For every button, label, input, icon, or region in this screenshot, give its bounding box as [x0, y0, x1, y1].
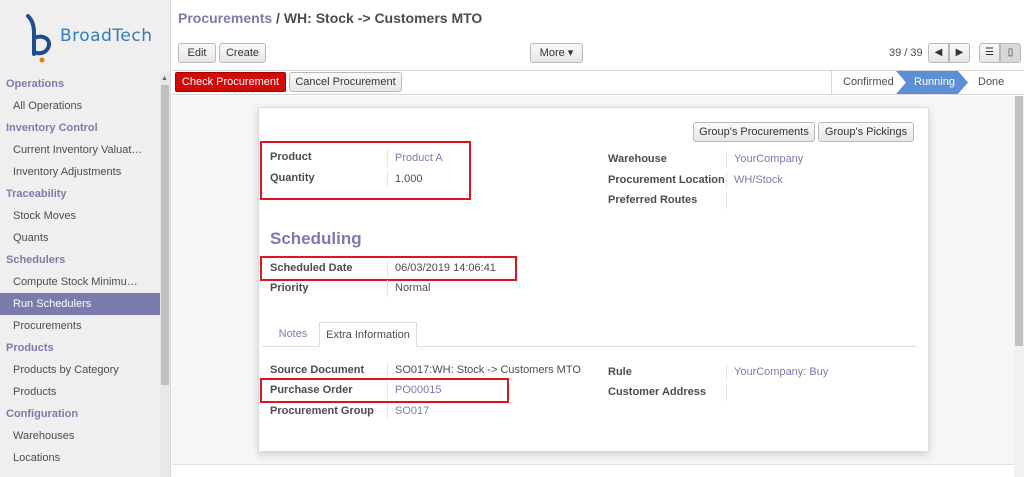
section-inventory-control[interactable]: Inventory Control — [0, 117, 160, 139]
logo-text: BroadTech — [60, 26, 153, 46]
preferred-routes-label: Preferred Routes — [608, 194, 698, 206]
highlight-box-purchase-order — [260, 378, 509, 403]
group-procurements-button[interactable]: Group's Procurements — [693, 122, 815, 142]
sidebar-item-inventory-adjustments[interactable]: Inventory Adjustments — [0, 161, 160, 183]
more-dropdown[interactable]: More ▾ — [530, 43, 583, 63]
group-pickings-button[interactable]: Group's Pickings — [818, 122, 914, 142]
sidebar-scrollbar[interactable]: ▲ — [160, 73, 170, 477]
sidebar: BroadTech Operations All Operations Inve… — [0, 0, 171, 477]
tab-extra-information[interactable]: Extra Information — [319, 322, 417, 347]
rule-label: Rule — [608, 366, 632, 378]
section-operations[interactable]: Operations — [0, 73, 160, 95]
scroll-up-icon[interactable]: ▲ — [161, 75, 168, 82]
breadcrumb-parent[interactable]: Procurements — [178, 10, 272, 26]
sidebar-item-products-by-category[interactable]: Products by Category — [0, 359, 160, 381]
source-document-field[interactable]: SO017:WH: Stock -> Customers MTO — [387, 362, 581, 379]
sidebar-item-compute-stock-minimum[interactable]: Compute Stock Minimu… — [0, 271, 160, 293]
source-document-label: Source Document — [270, 364, 365, 376]
form-view-button[interactable]: ▯ — [1000, 43, 1021, 63]
sidebar-item-run-schedulers[interactable]: Run Schedulers — [0, 293, 160, 315]
list-icon: ☰ — [985, 47, 994, 58]
sidebar-item-all-operations[interactable]: All Operations — [0, 95, 160, 117]
tab-notes[interactable]: Notes — [270, 322, 316, 347]
stage-done[interactable]: Done — [978, 71, 1004, 94]
stage-running[interactable]: Running — [914, 71, 955, 94]
warehouse-field[interactable]: YourCompany — [726, 151, 803, 168]
breadcrumb-current: WH: Stock -> Customers MTO — [283, 10, 483, 26]
edit-button[interactable]: Edit — [178, 43, 216, 63]
next-record-button[interactable]: ▶ — [949, 43, 970, 63]
section-configuration[interactable]: Configuration — [0, 403, 160, 425]
stage-divider — [831, 71, 832, 94]
sidebar-item-current-inventory-valuation[interactable]: Current Inventory Valuat… — [0, 139, 160, 161]
highlight-box-scheduled-date — [260, 256, 517, 281]
section-schedulers[interactable]: Schedulers — [0, 249, 160, 271]
procurement-group-field[interactable]: SO017 — [387, 403, 429, 420]
check-procurement-button[interactable]: Check Procurement — [175, 72, 286, 92]
warehouse-label: Warehouse — [608, 153, 667, 165]
sidebar-item-products[interactable]: Products — [0, 381, 160, 403]
sidebar-item-locations[interactable]: Locations — [0, 447, 160, 469]
list-view-button[interactable]: ☰ — [979, 43, 1000, 63]
form-icon: ▯ — [1007, 47, 1014, 58]
priority-field[interactable]: Normal — [387, 280, 430, 297]
breadcrumb-separator: / — [272, 10, 284, 26]
sidebar-item-warehouses[interactable]: Warehouses — [0, 425, 160, 447]
footer-divider — [172, 464, 1014, 465]
arrow-right-icon: ▶ — [955, 47, 964, 58]
scheduling-heading: Scheduling — [270, 229, 362, 248]
arrow-left-icon: ◀ — [934, 47, 943, 58]
section-traceability[interactable]: Traceability — [0, 183, 160, 205]
sidebar-scroll-thumb[interactable] — [161, 85, 169, 385]
priority-label: Priority — [270, 282, 309, 294]
sidebar-item-quants[interactable]: Quants — [0, 227, 160, 249]
procurement-location-field[interactable]: WH/Stock — [726, 172, 783, 189]
section-products[interactable]: Products — [0, 337, 160, 359]
pager-counter[interactable]: 39 / 39 — [889, 47, 923, 59]
sidebar-menu: Operations All Operations Inventory Cont… — [0, 73, 160, 469]
customer-address-field[interactable] — [726, 384, 736, 401]
main-scrollbar[interactable] — [1014, 96, 1024, 477]
rule-field[interactable]: YourCompany: Buy — [726, 364, 828, 381]
main-scroll-thumb[interactable] — [1015, 96, 1023, 346]
sidebar-item-stock-moves[interactable]: Stock Moves — [0, 205, 160, 227]
previous-record-button[interactable]: ◀ — [928, 43, 949, 63]
highlight-box-product — [260, 141, 471, 200]
breadcrumb: Procurements / WH: Stock -> Customers MT… — [178, 10, 482, 26]
preferred-routes-field[interactable] — [726, 192, 736, 209]
create-button[interactable]: Create — [219, 43, 266, 63]
customer-address-label: Customer Address — [608, 386, 707, 398]
procurement-location-label: Procurement Location — [608, 174, 725, 186]
procurement-group-label: Procurement Group — [270, 405, 374, 417]
sidebar-item-procurements[interactable]: Procurements — [0, 315, 160, 337]
stage-confirmed[interactable]: Confirmed — [843, 71, 894, 94]
cancel-procurement-button[interactable]: Cancel Procurement — [289, 72, 402, 92]
